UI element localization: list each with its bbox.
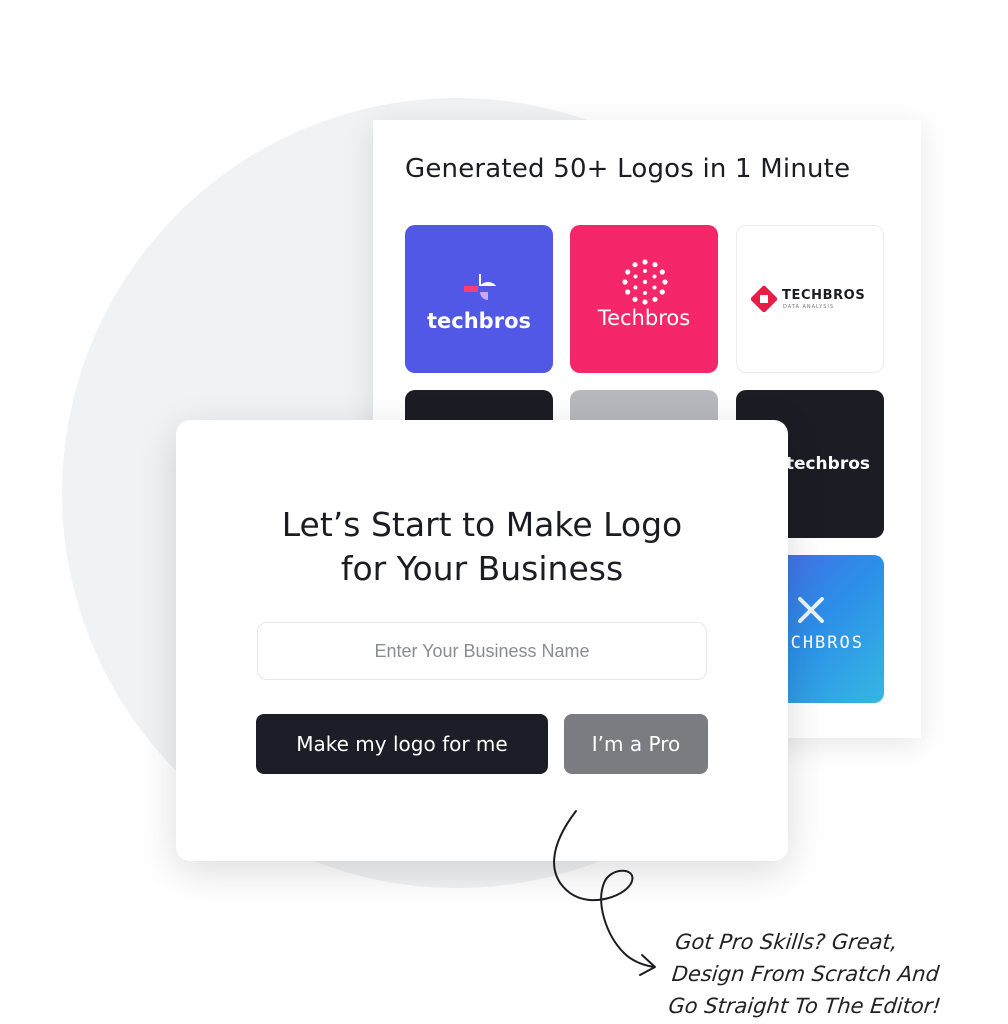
logo-tile-2-brand: Techbros: [597, 306, 691, 330]
note-line-2: Design From Scratch And: [670, 962, 941, 986]
techbros-mark-icon: [464, 274, 496, 300]
note-line-1: Got Pro Skills? Great,: [674, 930, 899, 954]
logo-tile-2[interactable]: Techbros: [570, 225, 718, 373]
dotted-ring-icon: [622, 259, 668, 305]
diamond-mark-icon: [751, 286, 777, 312]
gallery-title: Generated 50+ Logos in 1 Minute: [405, 154, 851, 184]
logo-tile-6-brand: techbros: [785, 454, 870, 474]
logo-tile-1-brand: techbros: [427, 309, 531, 333]
make-my-logo-button[interactable]: Make my logo for me: [256, 714, 548, 774]
logo-tile-7-brand: CHBROS: [790, 633, 864, 653]
pro-skills-note: Got Pro Skills? Great, Design From Scrat…: [667, 926, 1007, 1022]
im-a-pro-button[interactable]: I’m a Pro: [564, 714, 708, 774]
logo-tile-3[interactable]: TECHBROS DATA ANALYSIS: [736, 225, 884, 373]
business-name-input[interactable]: [257, 622, 707, 680]
logo-tile-3-tagline: DATA ANALYSIS: [783, 304, 835, 310]
curly-arrow-icon: [553, 810, 656, 976]
logo-tile-1[interactable]: techbros: [405, 225, 553, 373]
headline-line-1: Let’s Start to Make Logo: [281, 505, 683, 544]
start-logo-card: Let’s Start to Make Logo for Your Busine…: [176, 420, 788, 861]
logo-tile-3-brand: TECHBROS: [782, 288, 866, 303]
headline-line-2: for Your Business: [340, 549, 624, 588]
x-mark-icon: [798, 597, 824, 623]
note-line-3: Go Straight To The Editor!: [667, 994, 943, 1018]
